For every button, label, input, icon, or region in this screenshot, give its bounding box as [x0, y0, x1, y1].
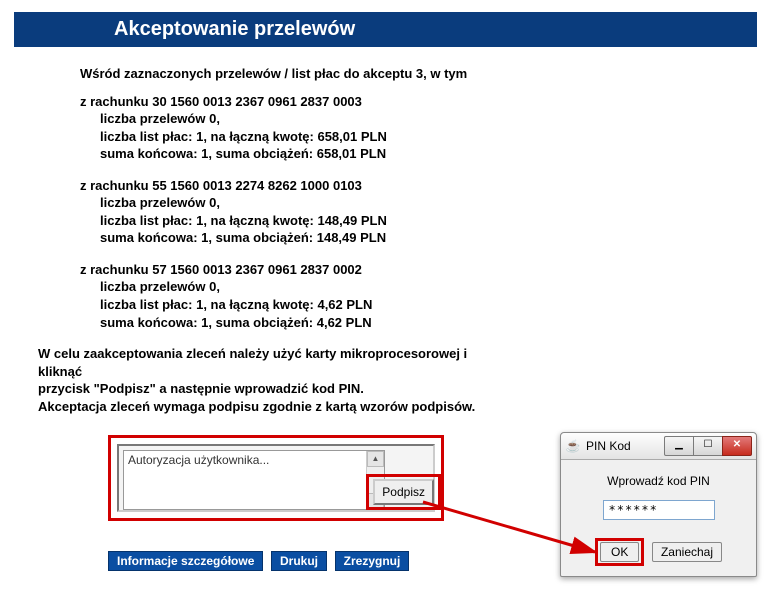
account-header: z rachunku 55 1560 0013 2274 8262 1000 0… — [80, 177, 751, 195]
account-group: z rachunku 57 1560 0013 2367 0961 2837 0… — [80, 261, 751, 331]
pin-input[interactable]: ****** — [603, 500, 715, 520]
account-line: suma końcowa: 1, suma obciążeń: 148,49 P… — [100, 229, 751, 247]
java-icon: ☕ — [565, 438, 581, 454]
account-line: liczba list płac: 1, na łączną kwotę: 65… — [100, 128, 751, 146]
account-line: liczba przelewów 0, — [100, 278, 751, 296]
auth-panel: Autoryzacja użytkownika... ▲ ▼ Podpisz — [108, 435, 444, 521]
page-title: Akceptowanie przelewów — [114, 18, 355, 40]
account-line: suma końcowa: 1, suma obciążeń: 658,01 P… — [100, 145, 751, 163]
instructions: W celu zaakceptowania zleceń należy użyć… — [38, 345, 751, 415]
ok-button[interactable]: OK — [600, 542, 639, 562]
minimize-button[interactable]: ▁ — [664, 436, 694, 456]
auth-textarea[interactable]: Autoryzacja użytkownika... ▲ ▼ — [123, 450, 385, 510]
instruction-line: W celu zaakceptowania zleceń należy użyć… — [38, 345, 511, 380]
intro-text: Wśród zaznaczonych przelewów / list płac… — [80, 65, 751, 83]
auth-status-text: Autoryzacja użytkownika... — [124, 451, 362, 509]
details-button[interactable]: Informacje szczegółowe — [108, 551, 263, 571]
account-group: z rachunku 55 1560 0013 2274 8262 1000 0… — [80, 177, 751, 247]
account-header: z rachunku 57 1560 0013 2367 0961 2837 0… — [80, 261, 751, 279]
pin-body: Wprowadź kod PIN ****** OK Zaniechaj — [561, 460, 756, 576]
account-line: liczba przelewów 0, — [100, 110, 751, 128]
instruction-line: przycisk "Podpisz" a następnie wprowadzi… — [38, 380, 511, 398]
account-group: z rachunku 30 1560 0013 2367 0961 2837 0… — [80, 93, 751, 163]
page-header: Akceptowanie przelewów — [14, 12, 757, 47]
cancel-button[interactable]: Zrezygnuj — [335, 551, 410, 571]
account-line: liczba przelewów 0, — [100, 194, 751, 212]
pin-titlebar[interactable]: ☕ PIN Kod ▁ ☐ ✕ — [561, 433, 756, 460]
account-header: z rachunku 30 1560 0013 2367 0961 2837 0… — [80, 93, 751, 111]
print-button[interactable]: Drukuj — [271, 551, 327, 571]
content-block: Wśród zaznaczonych przelewów / list płac… — [20, 65, 751, 331]
abort-button[interactable]: Zaniechaj — [652, 542, 722, 562]
sign-button-highlight: Podpisz — [366, 474, 441, 510]
instruction-line: Akceptacja zleceń wymaga podpisu zgodnie… — [38, 398, 511, 416]
scroll-up-icon[interactable]: ▲ — [367, 451, 384, 467]
ok-button-highlight: OK — [595, 538, 644, 566]
pin-dialog[interactable]: ☕ PIN Kod ▁ ☐ ✕ Wprowadź kod PIN ****** … — [560, 432, 757, 577]
sign-button[interactable]: Podpisz — [373, 479, 434, 505]
account-line: liczba list płac: 1, na łączną kwotę: 14… — [100, 212, 751, 230]
pin-prompt: Wprowadź kod PIN — [571, 474, 746, 488]
account-line: suma końcowa: 1, suma obciążeń: 4,62 PLN — [100, 314, 751, 332]
account-line: liczba list płac: 1, na łączną kwotę: 4,… — [100, 296, 751, 314]
pin-dialog-title: PIN Kod — [586, 439, 665, 453]
close-button[interactable]: ✕ — [722, 436, 752, 456]
maximize-button[interactable]: ☐ — [693, 436, 723, 456]
